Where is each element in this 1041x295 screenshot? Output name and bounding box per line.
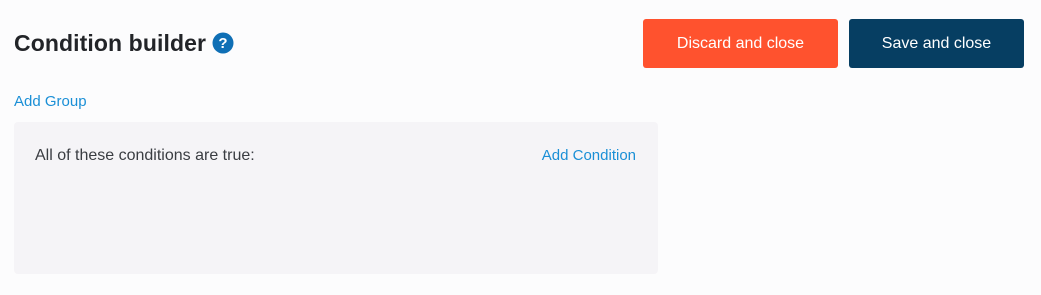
group-title: All of these conditions are true: — [35, 147, 255, 164]
header-actions: Discard and close Save and close — [643, 19, 1024, 68]
condition-group-panel: All of these conditions are true: Add Co… — [14, 122, 658, 274]
discard-and-close-button[interactable]: Discard and close — [643, 19, 838, 68]
add-group-link[interactable]: Add Group — [14, 92, 87, 112]
save-and-close-button[interactable]: Save and close — [849, 19, 1024, 68]
page-title: Condition builder — [14, 30, 207, 56]
add-condition-link[interactable]: Add Condition — [542, 146, 636, 166]
svg-text:?: ? — [218, 35, 227, 52]
page-header: Condition builder ? — [14, 28, 234, 58]
help-icon[interactable]: ? — [212, 32, 234, 54]
